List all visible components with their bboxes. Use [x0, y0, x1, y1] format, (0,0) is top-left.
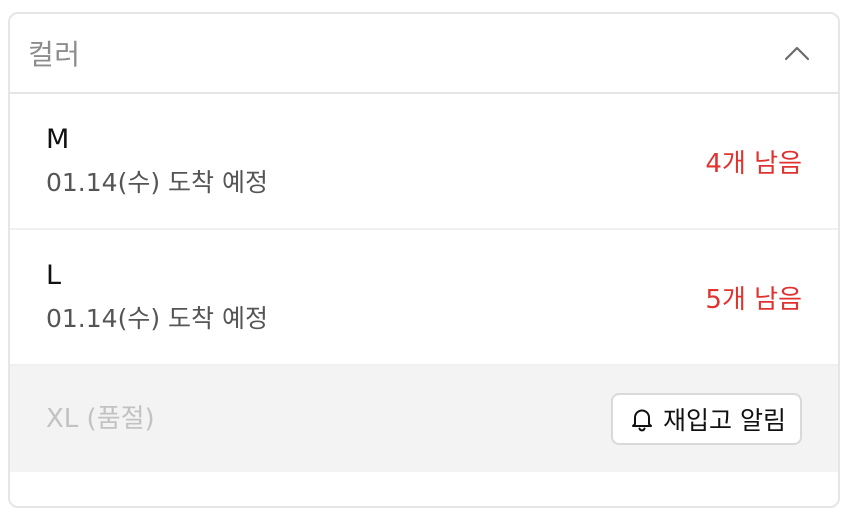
option-size: M	[46, 124, 70, 156]
option-item-xl-soldout: XL (품절) 재입고 알림	[10, 366, 838, 472]
stock-remaining: 4개 남음	[705, 148, 802, 179]
option-size: XL (품절)	[46, 403, 155, 434]
option-item-l[interactable]: L 01.14(수) 도착 예정 5개 남음	[10, 230, 838, 366]
bell-icon	[629, 406, 655, 432]
option-info: L 01.14(수) 도착 예정	[46, 261, 268, 332]
option-list: M 01.14(수) 도착 예정 4개 남음 L 01.14(수) 도착 예정 …	[10, 94, 838, 472]
stock-remaining: 5개 남음	[705, 284, 802, 315]
restock-alert-button[interactable]: 재입고 알림	[611, 393, 802, 445]
option-info: M 01.14(수) 도착 예정	[46, 125, 268, 196]
dropdown-header[interactable]: 컬러	[10, 14, 838, 94]
option-eta: 01.14(수) 도착 예정	[46, 304, 268, 334]
color-option-dropdown: 컬러 M 01.14(수) 도착 예정 4개 남음 L 01.14(수) 도착 …	[8, 12, 840, 508]
option-item-m[interactable]: M 01.14(수) 도착 예정 4개 남음	[10, 94, 838, 230]
option-eta: 01.14(수) 도착 예정	[46, 168, 268, 198]
chevron-up-icon[interactable]	[784, 40, 810, 66]
dropdown-label: 컬러	[28, 38, 81, 71]
restock-alert-label: 재입고 알림	[663, 406, 786, 435]
option-size: L	[46, 260, 62, 292]
